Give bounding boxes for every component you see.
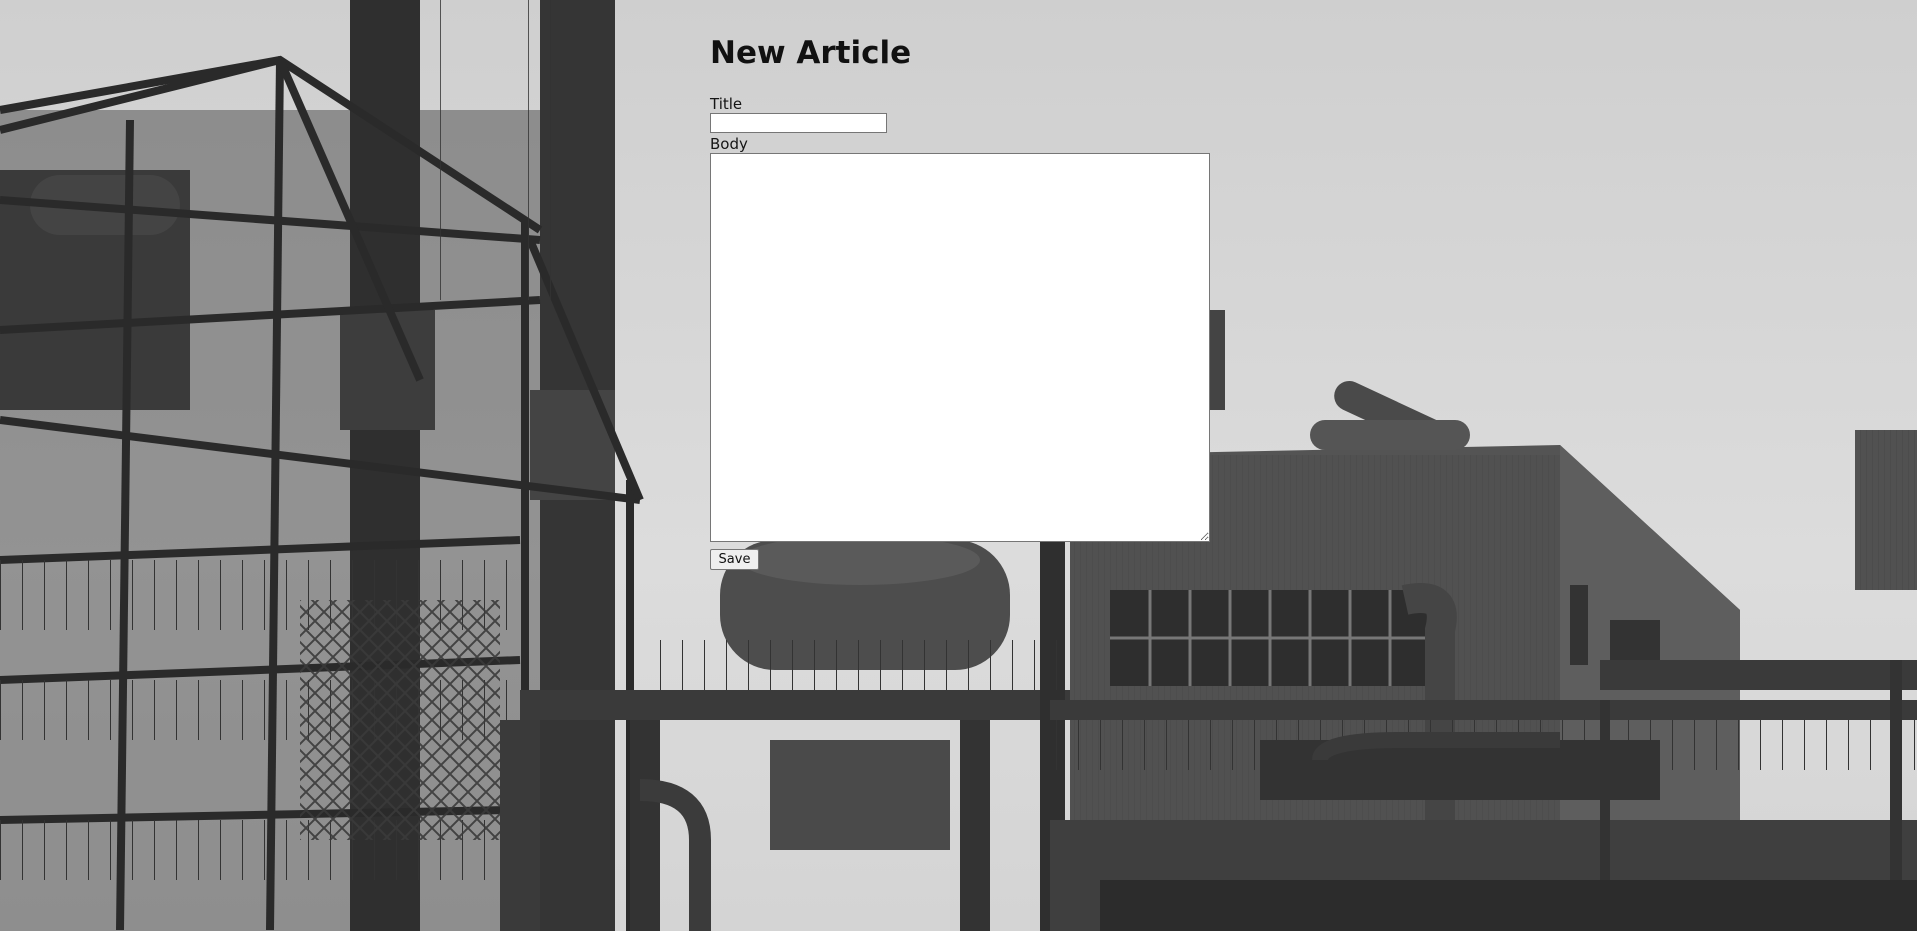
- save-button[interactable]: Save: [710, 549, 759, 570]
- title-input[interactable]: [710, 113, 887, 133]
- body-label: Body: [710, 135, 748, 153]
- page-title: New Article: [710, 35, 912, 71]
- title-label: Title: [710, 95, 743, 113]
- article-form-container: New Article Title Body Save: [710, 0, 1210, 570]
- body-textarea[interactable]: [710, 153, 1210, 542]
